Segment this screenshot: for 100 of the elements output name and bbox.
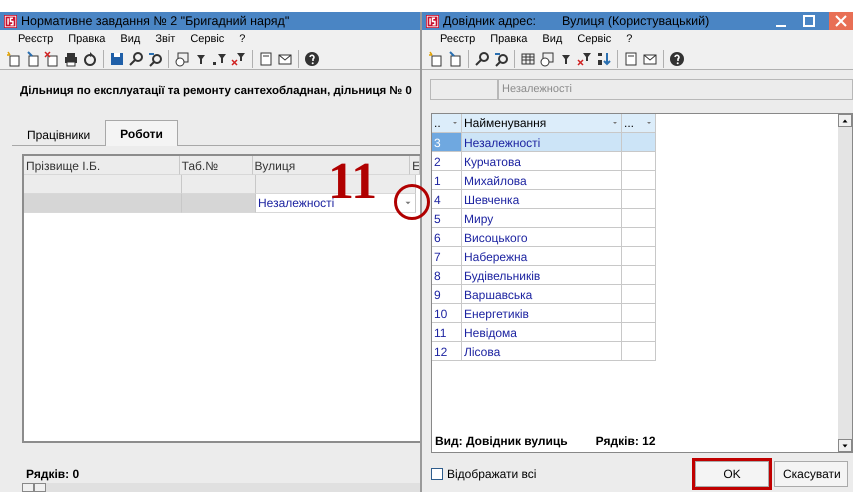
filter-cell[interactable] (430, 79, 498, 100)
menu-item[interactable]: Реєстр (434, 30, 484, 48)
row-code[interactable]: 4 (432, 190, 462, 209)
new-item-icon[interactable] (428, 50, 444, 66)
vertical-scrollbar[interactable] (838, 114, 852, 452)
row-code[interactable]: 10 (432, 304, 462, 323)
section-heading: Дільниця по експлуатації та ремонту сантехобладнан, дільниця № 0 (19, 84, 413, 99)
app-logo-icon (426, 14, 439, 28)
dropdown-arrow-icon[interactable] (451, 119, 459, 127)
table-cell (622, 247, 656, 266)
street-name[interactable]: Лісова (462, 342, 622, 361)
sort-icon[interactable] (596, 50, 612, 66)
row-count: Рядків: 0 (25, 466, 80, 483)
table-cell (622, 323, 656, 342)
menu-item[interactable]: ? (233, 30, 254, 48)
dropdown-arrow-icon[interactable] (645, 119, 653, 127)
street-name[interactable]: Будівельників (462, 266, 622, 285)
column-header[interactable]: Найменування (462, 114, 622, 133)
search-next-icon[interactable] (147, 50, 163, 66)
menu-item[interactable]: ? (620, 30, 642, 48)
filter-clear-icon[interactable] (577, 50, 593, 66)
close-icon[interactable] (835, 15, 847, 27)
row-code[interactable]: 1 (432, 171, 462, 190)
street-name[interactable]: Миру (462, 209, 622, 228)
table-cell (622, 266, 656, 285)
column-title: .. (434, 115, 441, 132)
row-code[interactable]: 7 (432, 247, 462, 266)
table-cell (622, 171, 656, 190)
row-code[interactable]: 11 (432, 323, 462, 342)
row-code[interactable]: 2 (432, 152, 462, 171)
row-code[interactable]: 8 (432, 266, 462, 285)
print-icon[interactable] (63, 50, 79, 66)
form-icon[interactable] (623, 50, 639, 66)
column-title: ... (624, 115, 634, 132)
column-header[interactable]: .. (432, 114, 462, 133)
delete-item-icon[interactable] (44, 50, 60, 66)
row-code[interactable]: 9 (432, 285, 462, 304)
table-cell (622, 304, 656, 323)
street-name[interactable]: Набережна (462, 247, 622, 266)
table-cell (622, 152, 656, 171)
menu-item[interactable]: Реєстр (12, 30, 62, 48)
row-code[interactable]: 6 (432, 228, 462, 247)
street-name[interactable]: Невідома (462, 323, 622, 342)
refresh-icon[interactable] (82, 50, 98, 66)
highlighted-button[interactable]: OK (695, 461, 769, 487)
street-name[interactable]: Енергетиків (462, 304, 622, 323)
checkbox[interactable] (431, 468, 443, 480)
maximize-icon[interactable] (801, 13, 817, 29)
table-cell (622, 285, 656, 304)
street-name[interactable]: Висоцького (462, 228, 622, 247)
annotation-circle (394, 184, 430, 220)
table-icon[interactable] (520, 50, 536, 66)
menu-item[interactable]: Вид (536, 30, 572, 48)
column-title: Найменування (464, 115, 546, 132)
table-cell (622, 209, 656, 228)
menu-item[interactable]: Сервіс (184, 30, 234, 48)
tab[interactable]: Роботи (105, 120, 178, 146)
copy-item-icon[interactable] (447, 50, 463, 66)
row-code[interactable]: 5 (432, 209, 462, 228)
street-name[interactable]: Курчатова (462, 152, 622, 171)
street-name[interactable]: Незалежності (462, 133, 622, 152)
horizontal-scrollbar[interactable] (22, 483, 420, 492)
form-icon[interactable] (258, 50, 274, 66)
window-title: Нормативне завдання № 2 "Бригадний наряд" (21, 12, 290, 30)
menu-item[interactable]: Сервіс (571, 30, 620, 48)
street-name[interactable]: Шевченка (462, 190, 622, 209)
column-header[interactable]: ... (622, 114, 656, 133)
menu-item[interactable]: Звіт (149, 30, 184, 48)
column-header[interactable]: Таб.№ (180, 156, 253, 176)
new-item-icon[interactable] (6, 50, 22, 66)
street-name[interactable]: Варшавська (462, 285, 622, 304)
row-count: Рядків: 12 (596, 433, 656, 450)
scroll-down-icon[interactable] (841, 442, 849, 450)
help-icon[interactable] (669, 50, 685, 66)
street-name[interactable]: Михайлова (462, 171, 622, 190)
column-header[interactable]: Прізвище І.Б. (24, 156, 180, 176)
app-logo-icon (4, 14, 17, 28)
tab[interactable]: Працівники (12, 121, 106, 146)
window-subtitle: Вулиця (Користувацький) (562, 12, 710, 30)
window-title: Довідник адрес: (443, 12, 536, 30)
menu-item[interactable]: Правка (62, 30, 114, 48)
menu-item[interactable]: Правка (484, 30, 536, 48)
table-cell (622, 190, 656, 209)
row-code[interactable]: 12 (432, 342, 462, 361)
dialog-button[interactable]: Скасувати (774, 461, 848, 487)
copy-item-icon[interactable] (25, 50, 41, 66)
table-cell (622, 228, 656, 247)
search-next-icon[interactable] (493, 50, 509, 66)
help-icon[interactable] (304, 50, 320, 66)
table-cell (622, 133, 656, 152)
dropdown-arrow-icon[interactable] (611, 119, 619, 127)
menu-item[interactable]: Вид (114, 30, 150, 48)
table-cell (622, 342, 656, 361)
close-button[interactable] (829, 12, 853, 30)
view-label: Вид: Довідник вулиць (435, 433, 568, 450)
save-icon[interactable] (109, 50, 125, 66)
search-icon[interactable] (474, 50, 490, 66)
search-icon[interactable] (128, 50, 144, 66)
checkbox-label: Відображати всі (447, 466, 536, 483)
filter-clear-icon[interactable] (231, 50, 247, 66)
